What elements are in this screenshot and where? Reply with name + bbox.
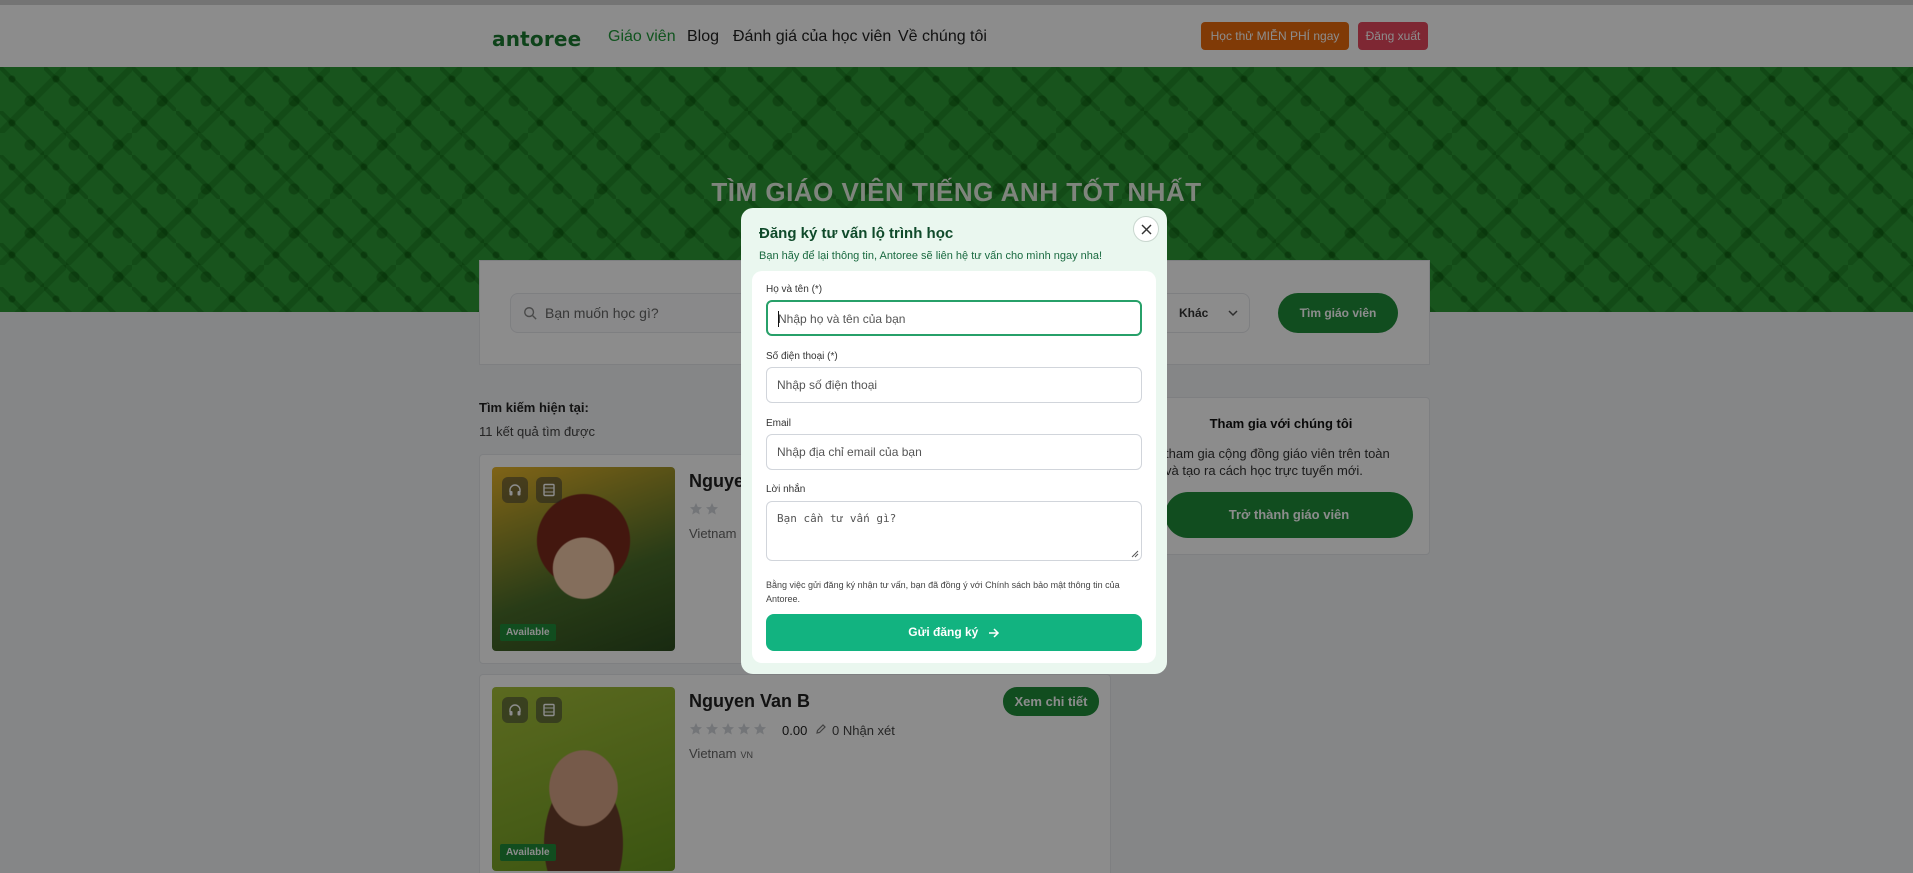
message-label: Lời nhắn <box>766 484 806 495</box>
arrow-right-icon <box>988 628 999 638</box>
consultation-form: Họ và tên (*) Nhập họ và tên của bạn Số … <box>752 271 1156 663</box>
submit-label: Gửi đăng ký <box>908 625 979 639</box>
name-label: Họ và tên (*) <box>766 284 823 295</box>
close-icon <box>1141 224 1152 235</box>
close-button[interactable] <box>1133 216 1159 242</box>
phone-input[interactable]: Nhập số điện thoại <box>766 367 1142 403</box>
name-input[interactable]: Nhập họ và tên của bạn <box>766 300 1142 336</box>
modal-title: Đăng ký tư vấn lộ trình học <box>759 225 954 242</box>
privacy-consent-text: Bằng việc gửi đăng ký nhận tư vấn, bạn đ… <box>766 580 1120 604</box>
message-placeholder: Bạn cần tư vấn gì? <box>777 512 897 525</box>
message-textarea[interactable]: Bạn cần tư vấn gì? <box>766 501 1142 561</box>
email-placeholder: Nhập địa chỉ email của bạn <box>777 445 922 459</box>
resize-handle-icon[interactable] <box>1129 548 1139 558</box>
modal-subtitle: Bạn hãy để lại thông tin, Antoree sẽ liê… <box>759 250 1103 262</box>
phone-label: Số điện thoại (*) <box>766 351 838 362</box>
phone-placeholder: Nhập số điện thoại <box>777 378 878 392</box>
consultation-modal: Đăng ký tư vấn lộ trình học Bạn hãy để l… <box>741 208 1167 674</box>
email-label: Email <box>766 418 792 429</box>
submit-button[interactable]: Gửi đăng ký <box>766 614 1142 651</box>
email-input[interactable]: Nhập địa chỉ email của bạn <box>766 434 1142 470</box>
name-placeholder: Nhập họ và tên của bạn <box>778 312 906 326</box>
